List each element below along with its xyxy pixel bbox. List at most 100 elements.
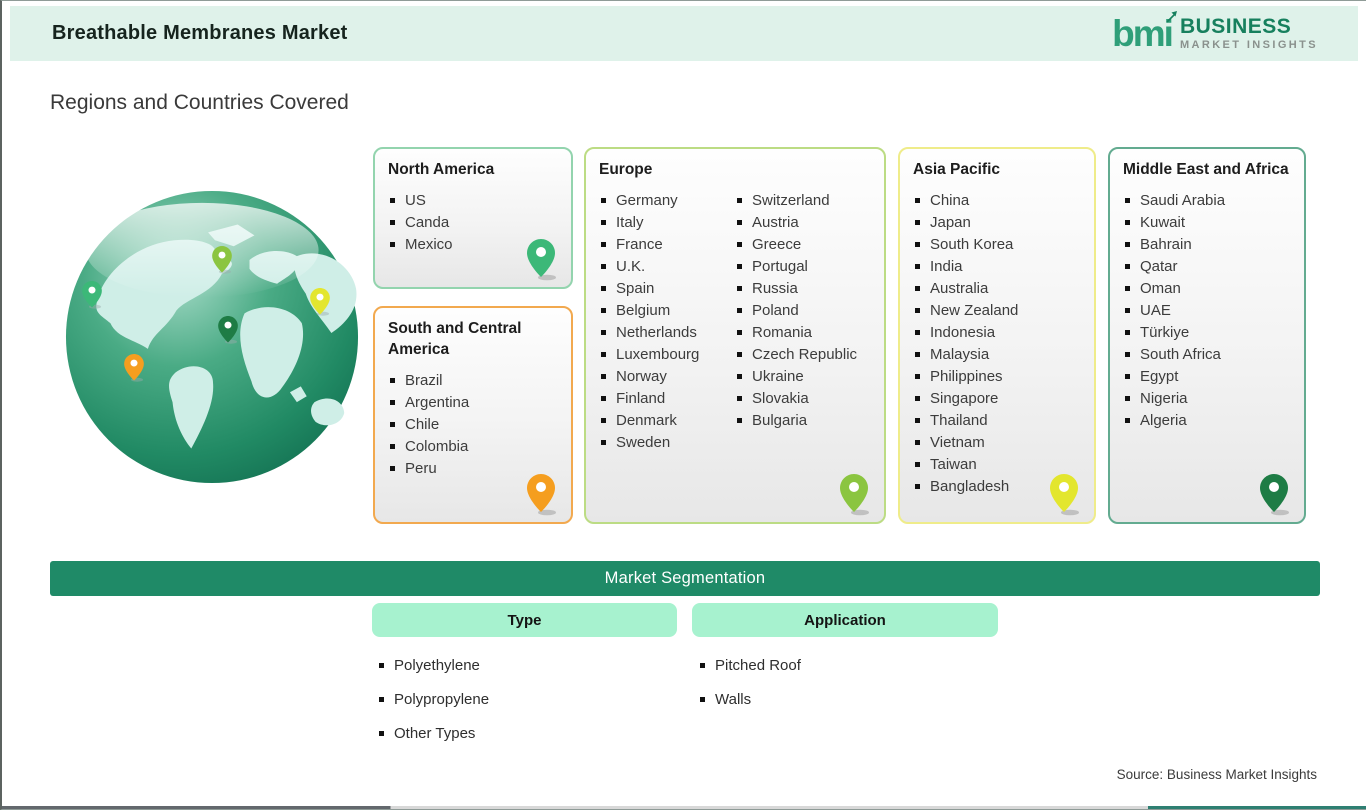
country-label: Chile (405, 415, 440, 433)
bullet-icon (915, 330, 920, 336)
country-label: Philippines (930, 367, 1003, 385)
bullet-icon (601, 198, 606, 204)
bullet-icon (601, 418, 606, 424)
map-pin-icon (527, 474, 556, 516)
bullet-icon (601, 242, 606, 248)
country-item: Singapore (913, 388, 1081, 410)
country-item: Portugal (735, 256, 871, 278)
segment-item: Walls (698, 691, 801, 708)
bullet-icon (737, 330, 742, 336)
region-title: Europe (599, 161, 653, 178)
globe-pin-asia-pacific-icon (310, 288, 330, 316)
country-label: India (930, 257, 963, 275)
country-item: Brazil (388, 370, 558, 392)
bullet-icon (390, 198, 395, 204)
map-pin-icon (1050, 474, 1079, 516)
country-label: Greece (752, 235, 802, 253)
country-label: Spain (616, 279, 655, 297)
country-item: France (599, 234, 735, 256)
country-label: Algeria (1140, 411, 1187, 429)
segment-item: Other Types (377, 725, 489, 742)
infographic-canvas: Breathable Membranes Market bmi BUSINESS… (0, 0, 1366, 810)
segment-tab-label: Type (507, 611, 542, 629)
bullet-icon (915, 198, 920, 204)
bullet-icon (737, 396, 742, 402)
bullet-icon (915, 308, 920, 314)
bullet-icon (915, 220, 920, 226)
bullet-icon (915, 242, 920, 248)
country-item: Romania (735, 322, 871, 344)
europe-country-columns: Germany Italy France U.K. Spain Belgium Nether… (599, 181, 871, 454)
country-item: Argentina (388, 392, 558, 414)
country-label: Vietnam (930, 433, 985, 451)
country-label: Taiwan (930, 455, 977, 473)
country-label: Mexico (405, 235, 453, 253)
globe-pin-north-america-icon (82, 281, 102, 309)
country-item: Colombia (388, 436, 558, 458)
country-item: Malaysia (913, 344, 1081, 366)
country-label: Thailand (930, 411, 988, 429)
segment-tab-type: Type (372, 603, 677, 637)
bullet-icon (1125, 198, 1130, 204)
country-item: Vietnam (913, 432, 1081, 454)
country-item: Oman (1123, 278, 1291, 300)
header-bar: Breathable Membranes Market bmi BUSINESS… (10, 6, 1358, 61)
country-label: Argentina (405, 393, 470, 411)
country-item: Italy (599, 212, 735, 234)
bullet-icon (915, 484, 920, 490)
country-label: Oman (1140, 279, 1181, 297)
segment-tab-application: Application (692, 603, 998, 637)
bullet-icon (1125, 330, 1130, 336)
globe-pin-europe-icon (212, 246, 232, 274)
country-label: Kuwait (1140, 213, 1186, 231)
country-item: Denmark (599, 410, 735, 432)
country-list-left: Germany Italy France U.K. Spain Belgium Nether… (599, 190, 735, 454)
country-label: Singapore (930, 389, 999, 407)
country-item: Algeria (1123, 410, 1291, 432)
country-item: Luxembourg (599, 344, 735, 366)
country-item: South Africa (1123, 344, 1291, 366)
country-label: Ukraine (752, 367, 804, 385)
country-label: Switzerland (752, 191, 830, 209)
globe-highlight (85, 202, 319, 298)
section-title: Regions and Countries Covered (50, 91, 349, 114)
region-card-middle-east-africa: Middle East and Africa Saudi Arabia Kuwai… (1108, 147, 1306, 524)
country-label: Canda (405, 213, 450, 231)
country-item: Ukraine (735, 366, 871, 388)
country-label: Colombia (405, 437, 469, 455)
country-item: Japan (913, 212, 1081, 234)
bullet-icon (601, 220, 606, 226)
country-label: Nigeria (1140, 389, 1188, 407)
bullet-icon (700, 697, 705, 702)
bullet-icon (737, 198, 742, 204)
bullet-icon (390, 444, 395, 450)
globe-graphic (65, 190, 359, 484)
country-label: Portugal (752, 257, 808, 275)
map-pin-icon (527, 239, 556, 281)
country-item: Netherlands (599, 322, 735, 344)
country-item: Philippines (913, 366, 1081, 388)
bullet-icon (737, 418, 742, 424)
bullet-icon (379, 663, 384, 668)
bullet-icon (379, 697, 384, 702)
bullet-icon (737, 374, 742, 380)
country-label: Peru (405, 459, 437, 477)
country-label: Luxembourg (616, 345, 700, 363)
country-item: Belgium (599, 300, 735, 322)
country-item: Germany (599, 190, 735, 212)
country-label: Bulgaria (752, 411, 808, 429)
bullet-icon (390, 242, 395, 248)
bullet-icon (1125, 396, 1130, 402)
country-item: Nigeria (1123, 388, 1291, 410)
bullet-icon (601, 374, 606, 380)
country-label: Italy (616, 213, 644, 231)
bullet-icon (390, 466, 395, 472)
country-label: Austria (752, 213, 799, 231)
country-label: Czech Republic (752, 345, 858, 363)
country-item: Qatar (1123, 256, 1291, 278)
bullet-icon (737, 352, 742, 358)
type-items-list: Polyethylene Polypropylene Other Types (377, 657, 489, 759)
segmentation-header-bar: Market Segmentation (50, 561, 1320, 596)
country-label: Germany (616, 191, 678, 209)
bullet-icon (915, 264, 920, 270)
